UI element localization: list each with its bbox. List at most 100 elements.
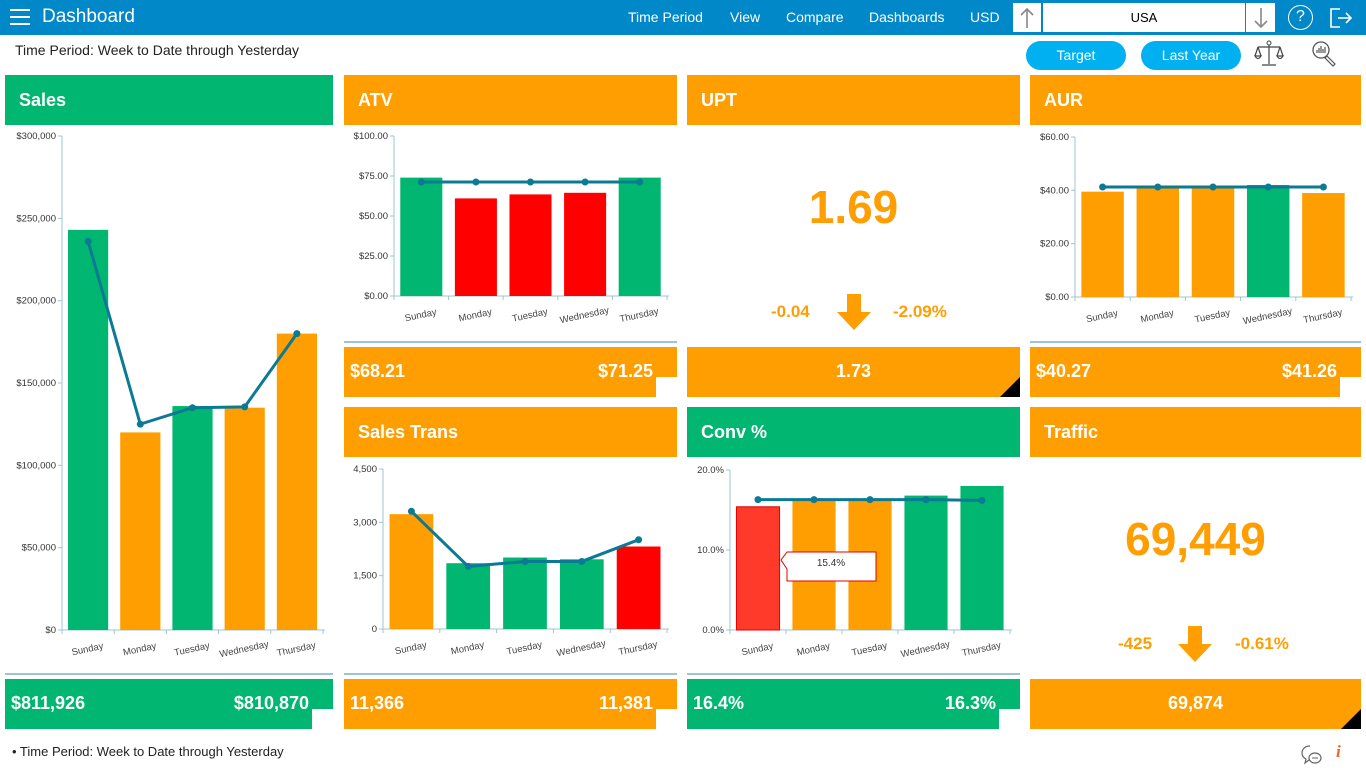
line-point[interactable] xyxy=(1099,183,1107,191)
aur-compare-value: $41.26 xyxy=(1281,361,1337,381)
top-bar: Dashboard Time Period View Compare Dashb… xyxy=(0,0,1366,35)
bar[interactable] xyxy=(1081,191,1124,297)
line-point[interactable] xyxy=(189,404,196,412)
sales-trans-summary: 11,366 11,381 xyxy=(344,679,677,729)
line-point[interactable] xyxy=(578,557,586,565)
y-tick-label: $100,000 xyxy=(16,460,56,471)
chart-tooltip: 15.4% xyxy=(780,551,877,582)
trend-down-arrow-icon xyxy=(1178,626,1212,662)
y-tick-label: $25.00 xyxy=(359,251,388,262)
bar[interactable] xyxy=(559,559,604,629)
line-point[interactable] xyxy=(636,178,644,186)
y-tick-label: $150,000 xyxy=(16,378,56,389)
line-point[interactable] xyxy=(754,496,762,504)
line-point[interactable] xyxy=(521,557,529,565)
nav-dashboards[interactable]: Dashboards xyxy=(869,9,945,25)
bar[interactable] xyxy=(389,514,434,629)
atv-tile-header[interactable]: ATV xyxy=(344,75,677,125)
sales-summary: $811,926 $810,870 xyxy=(5,679,333,729)
sales-trans-tile-header[interactable]: Sales Trans xyxy=(344,407,677,457)
line-point[interactable] xyxy=(241,403,249,411)
bar[interactable] xyxy=(454,198,497,296)
sales-trans-compare-value: 11,381 xyxy=(598,693,653,713)
atv-chart: $0.00 $25.00 $50.00 $75.00 $100.00 Sunday Mond… xyxy=(354,131,669,326)
aur-tile-header[interactable]: AUR xyxy=(1030,75,1361,125)
sales-tile-header[interactable]: Sales xyxy=(5,75,333,125)
help-icon[interactable]: ? xyxy=(1288,5,1313,30)
bar[interactable] xyxy=(503,557,547,629)
last-year-button[interactable]: Last Year xyxy=(1141,41,1241,70)
analyze-icon[interactable] xyxy=(1310,40,1338,68)
line-point[interactable] xyxy=(417,178,425,186)
bar[interactable] xyxy=(1246,185,1290,297)
conv-tile-header[interactable]: Conv % xyxy=(687,407,1020,457)
store-prev-button[interactable] xyxy=(1013,3,1042,32)
nav-time-period[interactable]: Time Period xyxy=(628,9,703,25)
line-point[interactable] xyxy=(1154,183,1162,191)
bar[interactable] xyxy=(400,177,443,296)
line-point[interactable] xyxy=(1264,183,1272,191)
tooltip-value: 15.4% xyxy=(817,558,845,569)
bar[interactable] xyxy=(224,407,265,630)
notch xyxy=(1340,377,1361,397)
y-tick-label: $100.00 xyxy=(354,131,388,142)
line-point[interactable] xyxy=(472,178,480,186)
x-tick-label: Tuesday xyxy=(506,639,544,657)
bar[interactable] xyxy=(735,506,781,631)
line-point[interactable] xyxy=(464,562,472,570)
bar[interactable] xyxy=(1191,187,1235,297)
upt-tile-header[interactable]: UPT xyxy=(687,75,1020,125)
sales-compare-value: $810,870 xyxy=(233,693,309,713)
store-next-button[interactable] xyxy=(1246,3,1275,32)
divider xyxy=(344,673,677,675)
line-point[interactable] xyxy=(407,507,415,515)
line-point[interactable] xyxy=(1209,183,1217,191)
bar[interactable] xyxy=(618,177,661,296)
x-tick-label: Wednesday xyxy=(556,638,607,659)
arrow-down-icon xyxy=(1253,7,1268,28)
bar[interactable] xyxy=(960,486,1004,630)
bar[interactable] xyxy=(276,333,317,630)
footer-note: • Time Period: Week to Date through Yest… xyxy=(12,744,284,759)
line-point[interactable] xyxy=(978,496,986,504)
info-icon[interactable]: i xyxy=(1336,742,1341,762)
bar[interactable] xyxy=(1136,187,1180,297)
chat-icon[interactable] xyxy=(1300,744,1324,766)
bar[interactable] xyxy=(904,495,948,630)
nav-compare[interactable]: Compare xyxy=(786,9,844,25)
line-point[interactable] xyxy=(293,330,301,338)
x-tick-label: Sunday xyxy=(404,307,438,325)
line-point[interactable] xyxy=(1319,183,1327,191)
line-point[interactable] xyxy=(922,496,930,504)
bar[interactable] xyxy=(1302,193,1345,297)
divider xyxy=(5,673,333,675)
line-point[interactable] xyxy=(527,178,534,186)
line-point[interactable] xyxy=(84,237,92,245)
logout-icon[interactable] xyxy=(1329,6,1353,30)
bar[interactable] xyxy=(120,432,161,630)
y-tick-label: 0.0% xyxy=(702,625,724,636)
bar[interactable] xyxy=(172,406,213,630)
trend-down-arrow-icon xyxy=(837,294,871,330)
nav-currency[interactable]: USD xyxy=(970,9,1000,25)
line-point[interactable] xyxy=(581,178,589,186)
line-point[interactable] xyxy=(866,496,874,504)
x-tick-label: Monday xyxy=(1140,308,1176,326)
nav-view[interactable]: View xyxy=(730,9,760,25)
traffic-tile-header[interactable]: Traffic xyxy=(1030,407,1361,457)
line-point[interactable] xyxy=(810,496,818,504)
bar[interactable] xyxy=(564,192,607,296)
target-button[interactable]: Target xyxy=(1026,41,1126,70)
bar[interactable] xyxy=(616,546,661,629)
x-tick-label: Thursday xyxy=(276,640,317,659)
hamburger-menu-icon[interactable] xyxy=(10,9,30,26)
y-tick-label: $20.00 xyxy=(1040,239,1069,250)
conv-compare-value: 16.3% xyxy=(944,693,996,713)
line-point[interactable] xyxy=(136,420,144,428)
line-point[interactable] xyxy=(635,536,643,544)
balance-scale-icon[interactable] xyxy=(1254,40,1284,68)
bar[interactable] xyxy=(446,563,491,629)
y-tick-label: $300,000 xyxy=(16,131,56,142)
bar[interactable] xyxy=(509,194,552,296)
store-selector-input[interactable] xyxy=(1043,3,1245,32)
